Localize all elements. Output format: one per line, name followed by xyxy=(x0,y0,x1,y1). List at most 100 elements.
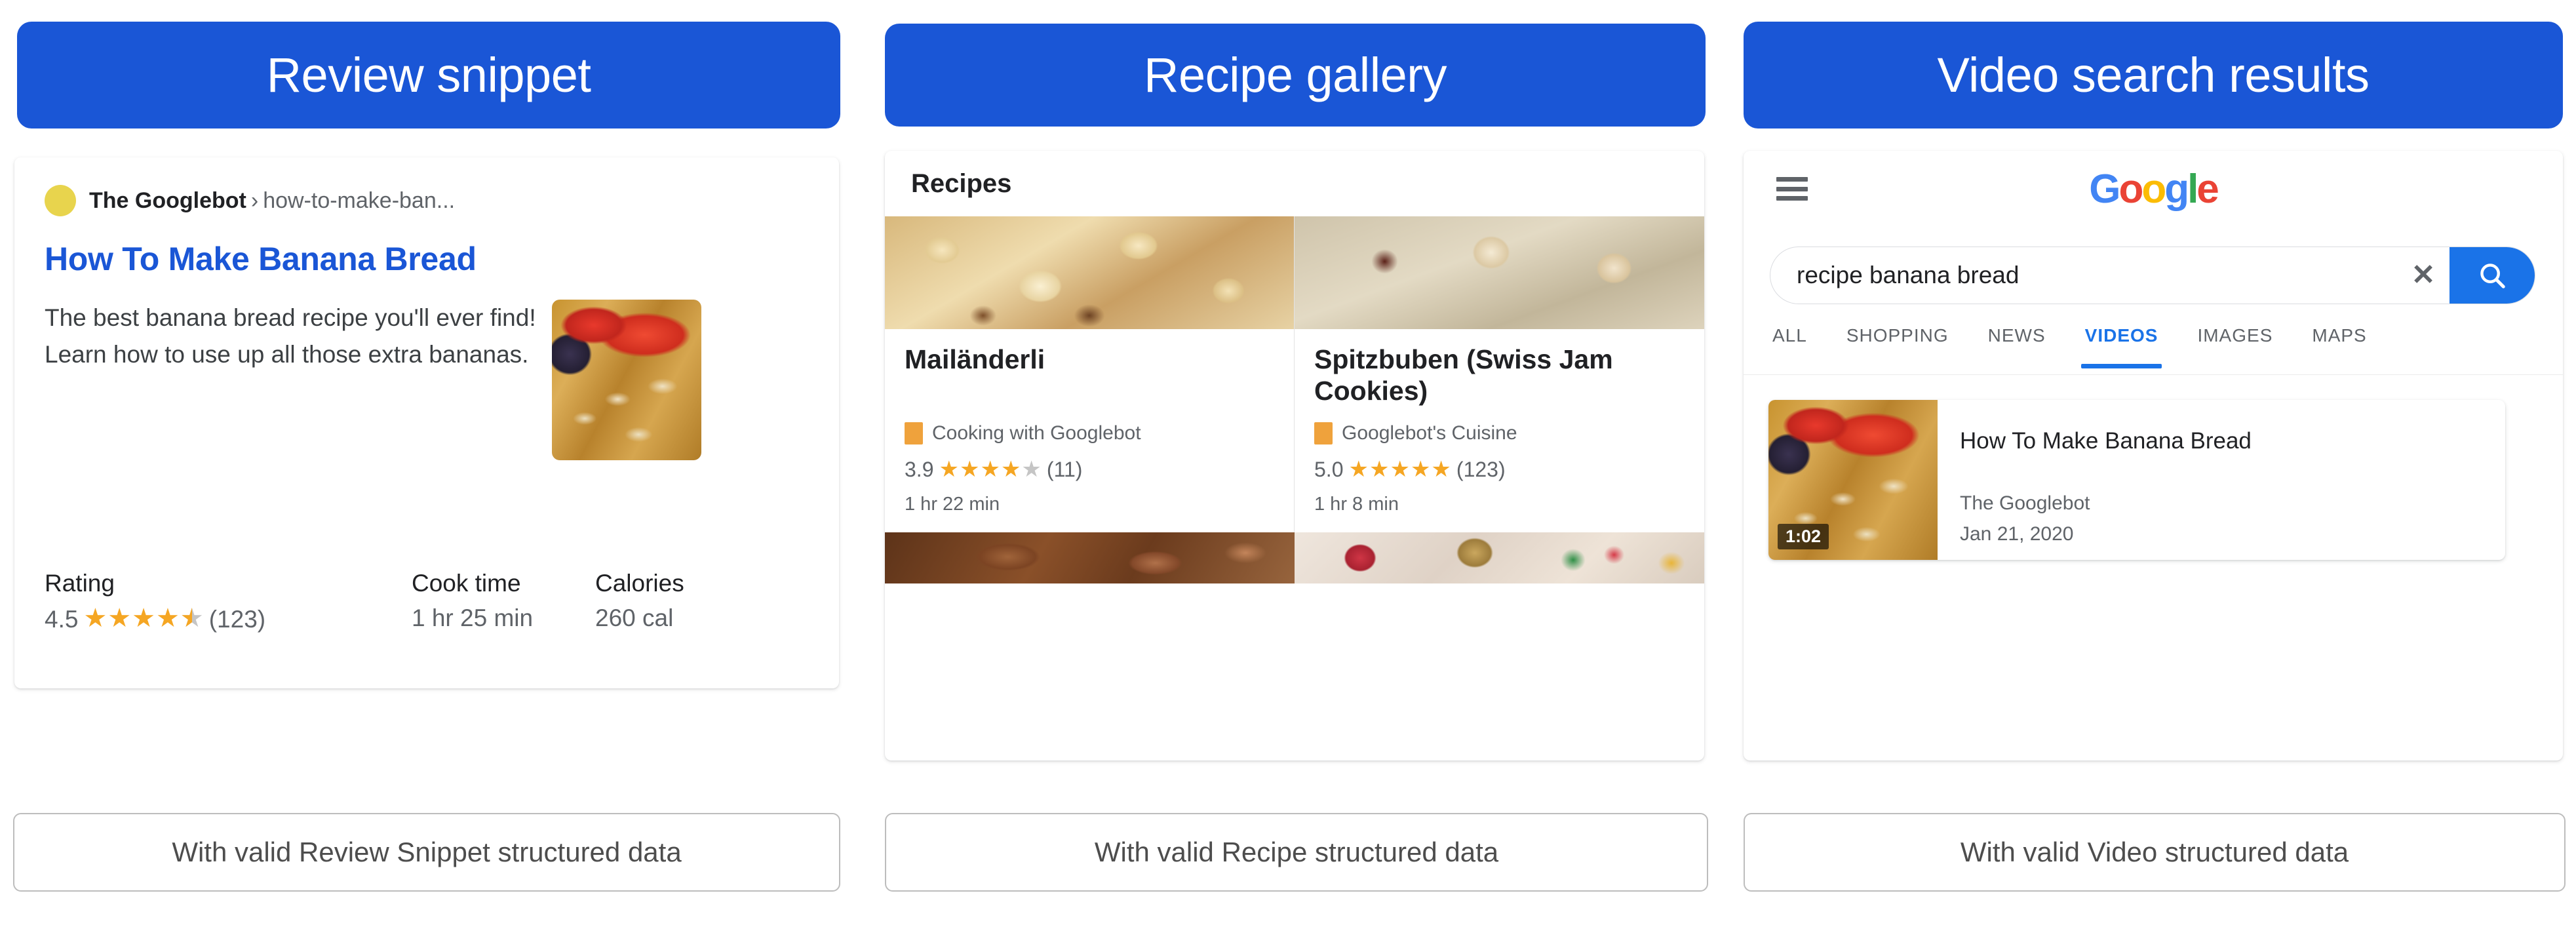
logo-letter: o xyxy=(2118,167,2143,212)
recipe-rating-count: (11) xyxy=(1046,458,1083,481)
structured-data-examples-figure: Review snippet The Googlebot › how-to-make… xyxy=(0,0,2576,948)
recipe-rating-count: (123) xyxy=(1456,458,1506,481)
result-description: The best banana bread recipe you'll ever… xyxy=(45,304,536,368)
search-icon xyxy=(2480,264,2505,288)
search-button[interactable] xyxy=(2449,247,2535,304)
logo-letter: e xyxy=(2196,167,2219,212)
calories-value: 260 cal xyxy=(595,604,674,631)
tab-shopping[interactable]: SHOPPING xyxy=(1846,323,1949,346)
caption-label: With valid Recipe structured data xyxy=(1094,837,1499,867)
recipe-site-name: Googlebot's Cuisine xyxy=(1342,422,1517,444)
cook-time-label: Cook time xyxy=(412,570,521,597)
tab-all[interactable]: ALL xyxy=(1772,323,1807,346)
caption-box-recipe-gallery: With valid Recipe structured data xyxy=(885,813,1708,892)
recipe-image xyxy=(885,216,1294,329)
site-chip-icon xyxy=(905,422,923,444)
rating-label: Rating xyxy=(45,570,115,597)
recipe-rating-row: 5.0 ★ ★ ★ ★ ★ (123) xyxy=(1314,458,1685,482)
breadcrumb-path: how-to-make-ban... xyxy=(263,188,456,213)
recipe-name: Mailänderli xyxy=(905,344,1045,374)
rating-stars: ★ ★ ★ ★ ★★ xyxy=(83,605,203,631)
serp-topbar: Google xyxy=(1744,151,2563,229)
star-full-icon: ★ xyxy=(156,604,180,633)
recipe-rating-score: 3.9 xyxy=(905,458,934,481)
breadcrumb: The Googlebot › how-to-make-ban... xyxy=(89,189,455,212)
star-full-icon: ★ xyxy=(132,604,156,633)
video-result-text: How To Make Banana Bread The Googlebot J… xyxy=(1938,400,2505,560)
search-input[interactable]: recipe banana bread xyxy=(1770,262,2397,289)
breadcrumb-site: The Googlebot xyxy=(89,188,246,213)
breadcrumb-separator-icon: › xyxy=(250,188,259,213)
star-half-icon: ★★ xyxy=(180,604,204,633)
video-thumbnail[interactable]: 1:02 xyxy=(1768,400,1938,560)
video-title[interactable]: How To Make Banana Bread xyxy=(1960,427,2486,455)
recipe-rating-stars: ★ ★ ★ ★ ★ xyxy=(939,458,1041,481)
star-full-icon: ★ xyxy=(1431,456,1451,482)
recipes-section-header: Recipes xyxy=(885,151,1704,216)
video-result-card[interactable]: 1:02 How To Make Banana Bread The Google… xyxy=(1768,400,2505,560)
google-logo: Google xyxy=(2089,167,2219,212)
star-full-icon: ★ xyxy=(83,604,107,633)
result-source-row: The Googlebot › how-to-make-ban... xyxy=(45,185,809,216)
clear-search-icon[interactable]: ✕ xyxy=(2397,261,2449,290)
video-duration-badge: 1:02 xyxy=(1778,523,1829,549)
panel-header-label: Review snippet xyxy=(266,47,591,102)
star-full-icon: ★ xyxy=(939,456,959,482)
result-thumbnail-image xyxy=(552,300,701,460)
logo-letter: g xyxy=(2164,167,2189,212)
star-full-icon: ★ xyxy=(959,456,980,482)
star-full-icon: ★ xyxy=(1369,456,1390,482)
rating-value-row: 4.5 ★ ★ ★ ★ ★★ (123) xyxy=(45,605,412,633)
logo-letter: o xyxy=(2141,167,2166,212)
star-empty-icon: ★ xyxy=(1021,456,1042,482)
search-bar[interactable]: recipe banana bread ✕ xyxy=(1770,247,2535,304)
logo-letter: l xyxy=(2187,167,2198,212)
panel-recipe-gallery: Recipe gallery Recipes Mailänderli Cooki… xyxy=(878,0,1730,948)
tab-news[interactable]: NEWS xyxy=(1988,323,2046,346)
tab-images[interactable]: IMAGES xyxy=(2197,323,2273,346)
caption-box-video-search-results: With valid Video structured data xyxy=(1744,813,2566,892)
star-full-icon: ★ xyxy=(1390,456,1410,482)
hamburger-menu-icon[interactable] xyxy=(1776,177,1808,201)
tab-maps[interactable]: MAPS xyxy=(2312,323,2366,346)
calories-label: Calories xyxy=(595,570,684,597)
logo-letter: G xyxy=(2089,167,2120,212)
serp-tabs: ALL SHOPPING NEWS VIDEOS IMAGES MAPS xyxy=(1744,323,2563,375)
video-channel: The Googlebot xyxy=(1960,492,2090,514)
panel-header-review-snippet: Review snippet xyxy=(17,22,840,128)
recipe-gallery-card: Recipes Mailänderli Cooking with Googleb… xyxy=(885,151,1704,760)
recipe-time: 1 hr 8 min xyxy=(1314,494,1399,515)
video-serp-card: Google recipe banana bread ✕ ALL SHOPPIN… xyxy=(1744,151,2563,760)
recipe-site-name: Cooking with Googlebot xyxy=(932,422,1141,444)
tab-videos[interactable]: VIDEOS xyxy=(2080,323,2162,368)
recipe-name: Spitzbuben (Swiss Jam Cookies) xyxy=(1314,344,1613,406)
result-title-link[interactable]: How To Make Banana Bread xyxy=(45,241,809,277)
caption-box-review-snippet: With valid Review Snippet structured dat… xyxy=(13,813,840,892)
panel-header-label: Video search results xyxy=(1937,47,2370,102)
panel-header-label: Recipe gallery xyxy=(1144,47,1447,102)
recipe-grid: Mailänderli Cooking with Googlebot 3.9 ★… xyxy=(885,216,1704,532)
calories-column: Calories 260 cal xyxy=(595,571,684,630)
panel-header-recipe-gallery: Recipe gallery xyxy=(885,24,1706,127)
recipe-card[interactable]: Spitzbuben (Swiss Jam Cookies) Googlebot… xyxy=(1295,216,1704,532)
recipes-title: Recipes xyxy=(911,168,1012,198)
result-snippet-row: The best banana bread recipe you'll ever… xyxy=(45,300,809,460)
recipe-card[interactable]: Mailänderli Cooking with Googlebot 3.9 ★… xyxy=(885,216,1295,532)
recipe-rating-stars: ★ ★ ★ ★ ★ xyxy=(1348,458,1451,481)
star-full-icon: ★ xyxy=(1000,456,1021,482)
panel-video-search-results: Video search results Google recipe banan… xyxy=(1730,0,2576,948)
recipe-image xyxy=(1295,532,1704,583)
review-meta-row: Rating 4.5 ★ ★ ★ ★ ★★ (123) C xyxy=(45,571,809,632)
recipe-image xyxy=(885,532,1295,583)
star-full-icon: ★ xyxy=(1348,456,1369,482)
rating-column: Rating 4.5 ★ ★ ★ ★ ★★ (123) xyxy=(45,571,412,632)
star-full-icon: ★ xyxy=(980,456,1000,482)
recipe-source-row: Cooking with Googlebot xyxy=(905,422,1274,444)
caption-label: With valid Video structured data xyxy=(1960,837,2349,867)
cook-time-column: Cook time 1 hr 25 min xyxy=(412,571,595,630)
review-snippet-body: The Googlebot › how-to-make-ban... How To … xyxy=(14,157,839,460)
recipe-source-row: Googlebot's Cuisine xyxy=(1314,422,1685,444)
rating-count: (123) xyxy=(208,605,266,633)
cook-time-value: 1 hr 25 min xyxy=(412,604,534,631)
star-full-icon: ★ xyxy=(1410,456,1431,482)
